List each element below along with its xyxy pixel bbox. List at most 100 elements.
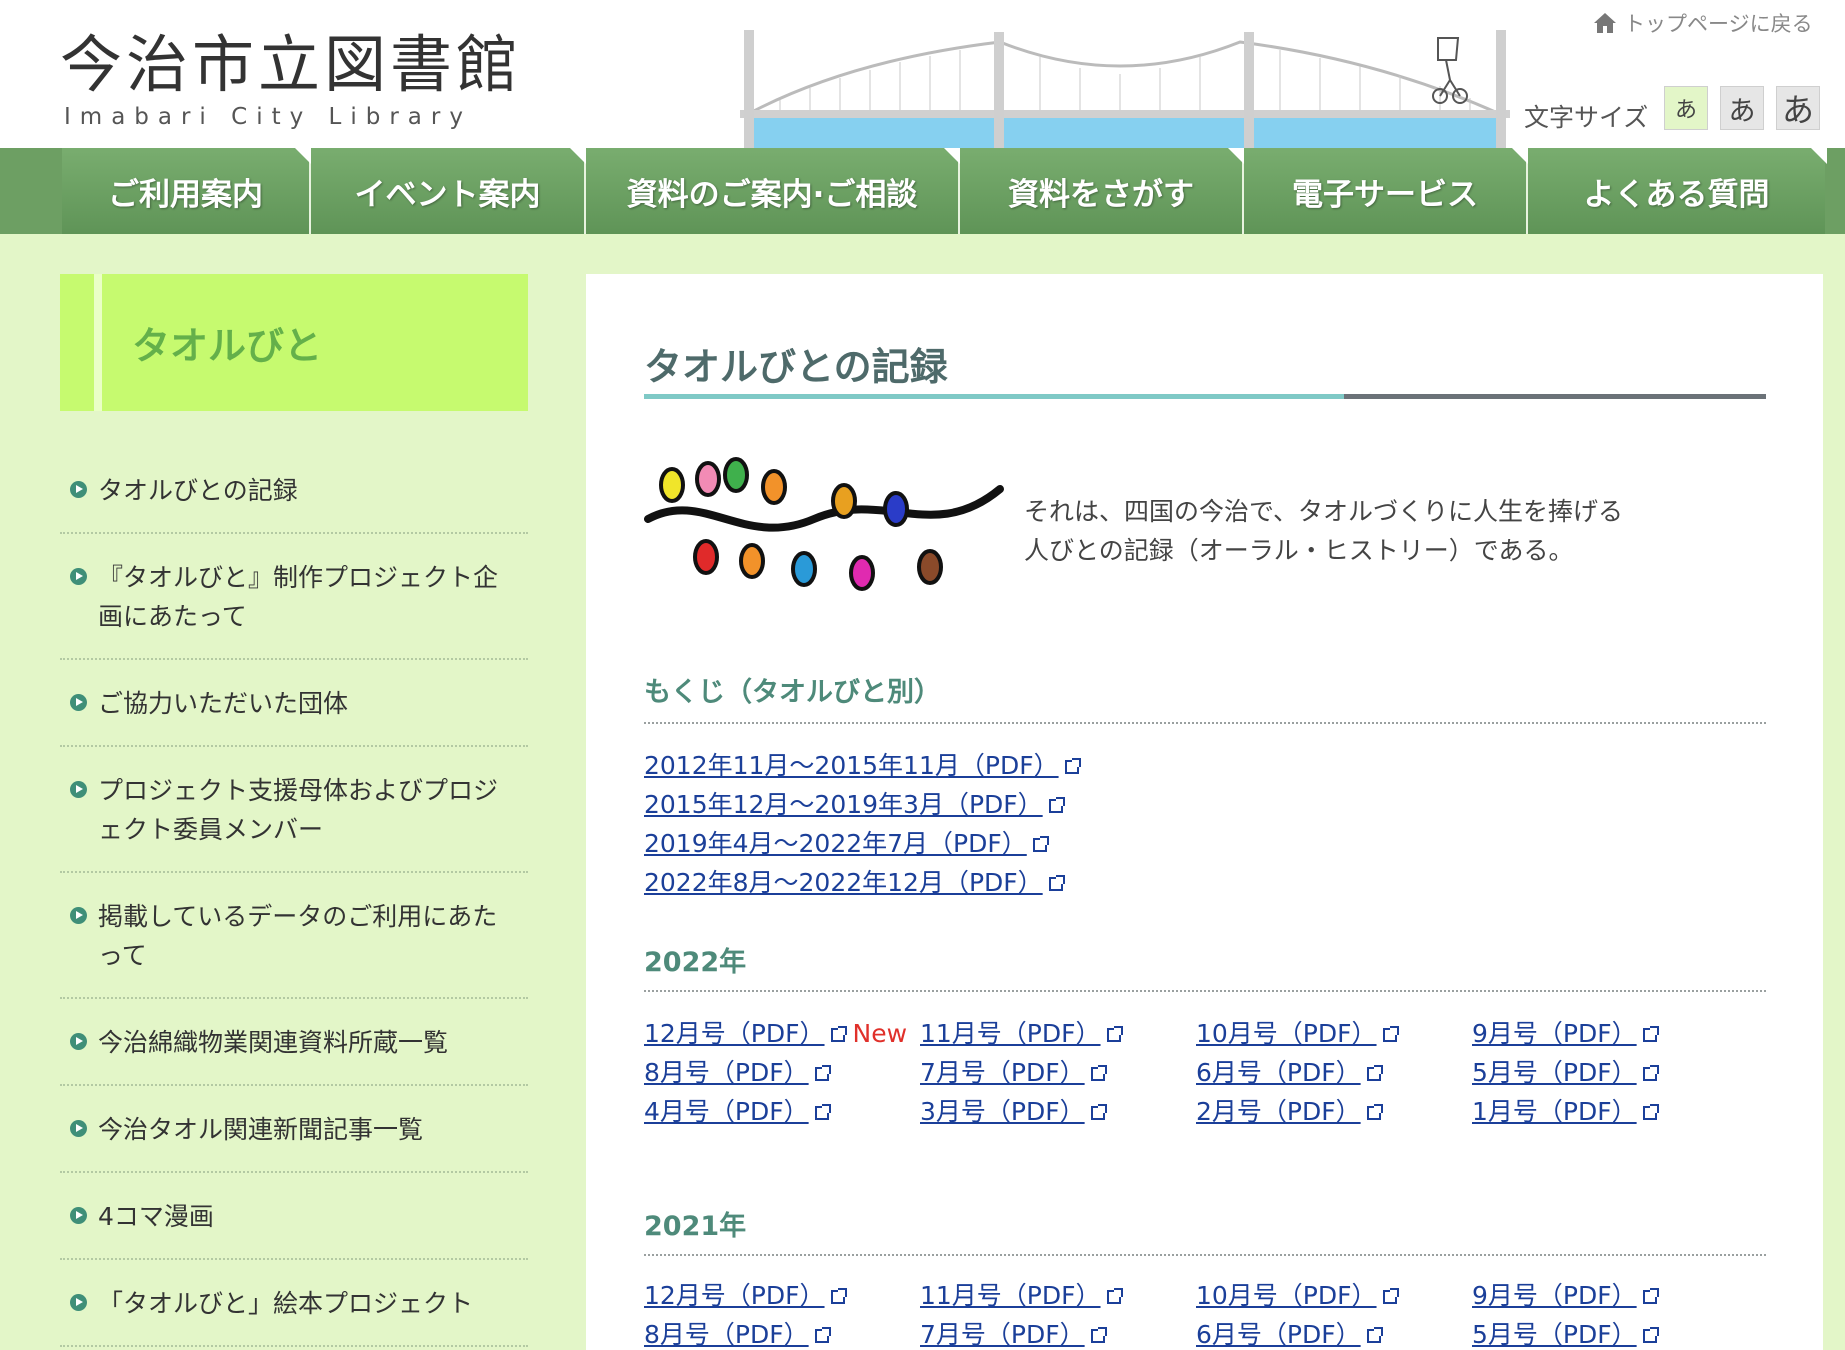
page-title: タオルびとの記録 [644,345,948,389]
toc-link[interactable]: 2022年8月～2022年12月（PDF） [644,863,1079,902]
arrow-bullet-icon [70,694,87,711]
sidebar-item-data-usage[interactable]: 掲載しているデータのご利用にあたって [60,873,528,999]
pdf-link[interactable]: 6月号（PDF） [1196,1058,1383,1087]
pdf-link[interactable]: 10月号（PDF） [1196,1281,1399,1310]
sidebar-item-cooperating-groups[interactable]: ご協力いただいた団体 [60,660,528,747]
external-link-icon [1642,1104,1659,1120]
pdf-link[interactable]: 1月号（PDF） [1472,1097,1659,1126]
external-link-icon [814,1327,831,1343]
external-link-icon [1642,1327,1659,1343]
toc-link[interactable]: 2012年11月～2015年11月（PDF） [644,746,1081,785]
year-links-2022: 12月号（PDF） New 11月号（PDF） 10月号（PDF） 9月号（PDF… [644,1014,1748,1131]
sidebar-item-newspaper-articles[interactable]: 今治タオル関連新聞記事一覧 [60,1086,528,1173]
arrow-bullet-icon [70,1294,87,1311]
pdf-link[interactable]: 11月号（PDF） [920,1281,1123,1310]
external-link-icon [1090,1327,1107,1343]
external-link-icon [830,1026,847,1042]
pdf-link[interactable]: 5月号（PDF） [1472,1058,1659,1087]
page: 今治市立図書館 Imabari City Library トップページに戻る 文… [0,0,1845,1350]
sidebar-item-label: プロジェクト支援母体およびプロジェクト委員メンバー [98,776,499,844]
external-link-icon [1090,1065,1107,1081]
intro-line-2: 人びとの記録（オーラル・ヒストリー）である。 [1024,536,1574,565]
external-link-icon [1642,1288,1659,1304]
sidebar-item-label: 4コマ漫画 [98,1202,214,1231]
font-size-label: 文字サイズ [1524,103,1649,132]
external-link-icon [1382,1288,1399,1304]
sidebar-item-label: 今治綿織物業関連資料所蔵一覧 [98,1028,449,1057]
pdf-link[interactable]: 8月号（PDF） [644,1058,831,1087]
sidebar-item-label: ご協力いただいた団体 [98,689,349,718]
year-links-2021: 12月号（PDF） 11月号（PDF） 10月号（PDF） 9月号（PDF） 8… [644,1276,1748,1350]
year-heading-2021: 2021年 [644,1211,747,1242]
pdf-link[interactable]: 3月号（PDF） [920,1097,1107,1126]
sidebar-item-label: 今治タオル関連新聞記事一覧 [98,1115,424,1144]
nav-item-digital[interactable]: 電子サービス [1244,148,1528,234]
arrow-bullet-icon [70,1033,87,1050]
pdf-link[interactable]: 5月号（PDF） [1472,1320,1659,1349]
nav-item-reference[interactable]: 資料のご案内·ご相談 [586,148,960,234]
pdf-link[interactable]: 9月号（PDF） [1472,1281,1659,1310]
pdf-link[interactable]: 12月号（PDF） [644,1019,847,1048]
site-header: 今治市立図書館 Imabari City Library トップページに戻る 文… [0,0,1845,148]
string-lights-illustration [644,457,1004,591]
nav-item-guide[interactable]: ご利用案内 [62,148,311,234]
sidebar-item-picture-book[interactable]: 「タオルびと」絵本プロジェクト [60,1260,528,1347]
pdf-link[interactable]: 8月号（PDF） [644,1320,831,1349]
sidebar: タオルびと タオルびとの記録 『タオルびと』制作プロジェクト企画にあたって ご協… [60,274,528,1347]
sidebar-item-comic[interactable]: 4コマ漫画 [60,1173,528,1260]
external-link-icon [1048,797,1065,813]
sidebar-item-label: 「タオルびと」絵本プロジェクト [98,1289,474,1318]
pdf-link[interactable]: 6月号（PDF） [1196,1320,1383,1349]
new-badge: New [852,1019,908,1048]
nav-item-search[interactable]: 資料をさがす [960,148,1244,234]
font-size-small-button[interactable]: あ [1664,86,1708,130]
external-link-icon [814,1104,831,1120]
pdf-link[interactable]: 12月号（PDF） [644,1281,847,1310]
font-size-medium-button[interactable]: あ [1720,86,1764,130]
pdf-link[interactable]: 7月号（PDF） [920,1058,1107,1087]
site-logo-title[interactable]: 今治市立図書館 [60,34,522,96]
pdf-link[interactable]: 11月号（PDF） [920,1019,1123,1048]
site-logo-subtitle: Imabari City Library [64,104,472,130]
pdf-link[interactable]: 10月号（PDF） [1196,1019,1399,1048]
sidebar-item-textile-materials[interactable]: 今治綿織物業関連資料所蔵一覧 [60,999,528,1086]
external-link-icon [1366,1104,1383,1120]
global-nav: ご利用案内 イベント案内 資料のご案内·ご相談 資料をさがす 電子サービス よく… [0,148,1845,234]
toc-divider [644,722,1766,724]
pdf-link[interactable]: 4月号（PDF） [644,1097,831,1126]
pdf-link[interactable]: 2月号（PDF） [1196,1097,1383,1126]
year-divider-2021 [644,1254,1766,1256]
pdf-link[interactable]: 7月号（PDF） [920,1320,1107,1349]
external-link-icon [1366,1065,1383,1081]
top-page-link[interactable]: トップページに戻る [1592,8,1813,38]
toc-link[interactable]: 2015年12月～2019年3月（PDF） [644,785,1079,824]
sidebar-item-project-plan[interactable]: 『タオルびと』制作プロジェクト企画にあたって [60,534,528,660]
sidebar-item-records[interactable]: タオルびとの記録 [60,447,528,534]
arrow-bullet-icon [70,907,87,924]
top-page-link-label: トップページに戻る [1624,12,1813,36]
main-content: タオルびとの記録 それは、四国の今治で、タオルづくりに人生を捧げる 人びとの記録… [586,274,1823,1350]
toc-heading: もくじ（タオルびと別） [644,677,941,708]
year-heading-2022: 2022年 [644,947,747,978]
intro-line-1: それは、四国の今治で、タオルづくりに人生を捧げる [1024,497,1624,526]
arrow-bullet-icon [70,568,87,585]
toc-list: 2012年11月～2015年11月（PDF） 2015年12月～2019年3月（… [644,746,1081,902]
external-link-icon [1032,836,1049,852]
external-link-icon [1064,758,1081,774]
nav-item-events[interactable]: イベント案内 [311,148,586,234]
toc-link[interactable]: 2019年4月～2022年7月（PDF） [644,824,1079,863]
font-size-large-button[interactable]: あ [1776,86,1820,130]
pdf-link[interactable]: 9月号（PDF） [1472,1019,1659,1048]
sidebar-item-label: タオルびとの記録 [98,476,298,505]
sidebar-item-label: 掲載しているデータのご利用にあたって [98,902,498,970]
external-link-icon [1642,1026,1659,1042]
sidebar-title-label: タオルびと [132,324,323,368]
external-link-icon [830,1288,847,1304]
nav-item-faq[interactable]: よくある質問 [1528,148,1827,234]
bridge-illustration [740,30,1510,148]
sidebar-menu: タオルびとの記録 『タオルびと』制作プロジェクト企画にあたって ご協力いただいた… [60,447,528,1347]
sidebar-item-members[interactable]: プロジェクト支援母体およびプロジェクト委員メンバー [60,747,528,873]
external-link-icon [814,1065,831,1081]
external-link-icon [1106,1288,1123,1304]
home-icon [1594,13,1616,33]
